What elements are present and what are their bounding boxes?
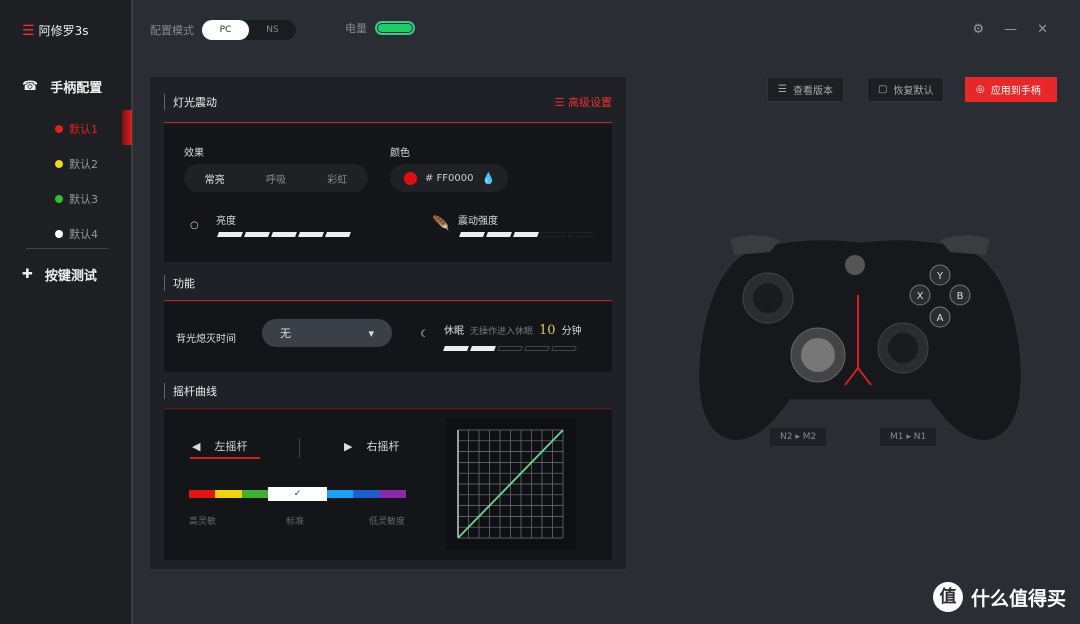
effect-rainbow[interactable]: 彩虹 — [307, 171, 368, 186]
profile-dot — [55, 230, 63, 238]
color-swatch — [404, 171, 417, 185]
sensitivity-segment[interactable] — [241, 490, 269, 498]
app-logo: ☰ 阿修罗3s — [22, 22, 88, 39]
profile-1[interactable]: 默认1 — [55, 121, 98, 137]
stick-icon: ▶ — [344, 440, 356, 453]
divider — [164, 122, 612, 123]
tab-left-stick[interactable]: ◀ 左摇杆 — [192, 438, 247, 454]
backlight-dropdown[interactable]: 无 ▾ — [262, 319, 392, 347]
profile-dot — [55, 125, 63, 133]
effect-selector[interactable]: 常亮 呼吸 彩虹 — [184, 164, 368, 192]
svg-text:Y: Y — [936, 271, 944, 282]
sleep-slider[interactable] — [443, 346, 577, 351]
effect-label: 效果 — [184, 148, 204, 159]
reset-default-button[interactable]: ▢ 恢复默认 — [867, 77, 945, 102]
mode-switch: 配置模式 PC NS — [150, 20, 296, 40]
menu-icon: ☰ — [554, 96, 568, 109]
section-lighting-title: 灯光震动 — [164, 94, 217, 110]
stick-icon: ◀ — [192, 440, 204, 453]
moon-icon: ☾ — [420, 329, 429, 340]
battery: 电量 — [345, 20, 415, 36]
sensitivity-segment[interactable] — [215, 490, 242, 498]
section-stick-title: 摇杆曲线 — [164, 383, 217, 399]
reset-icon: ▢ — [878, 84, 888, 95]
svg-text:X: X — [917, 291, 924, 302]
left-paddle-mapping[interactable]: N2 ▸ M2 — [770, 428, 827, 446]
view-version-button[interactable]: ☰ 查看版本 — [767, 77, 844, 102]
controller-image: Y X B A — [698, 235, 1022, 441]
watermark-logo: 值 — [932, 582, 963, 612]
advanced-settings-button[interactable]: ☰ 高级设置 — [555, 94, 612, 110]
profile-2[interactable]: 默认2 — [55, 156, 98, 172]
minimize-button[interactable]: — — [1004, 22, 1017, 37]
sensitivity-segment[interactable] — [189, 490, 216, 498]
color-label: 颜色 — [390, 148, 410, 159]
sidebar: ☰ 阿修罗3s ☎ 手柄配置 默认1 默认2 默认3 默认4 ✚ 按键测试 — [0, 0, 133, 624]
gamepad-icon: ☎ — [22, 79, 39, 94]
sliders-icon: ☰ — [778, 84, 787, 95]
right-paddle-mapping[interactable]: M1 ▸ N1 — [880, 428, 937, 446]
settings-icon[interactable]: ⚙ — [972, 22, 984, 37]
sidebar-item-controller-config[interactable]: ☎ 手柄配置 — [22, 77, 102, 96]
dpad-icon: ✚ — [22, 267, 33, 282]
watermark: 值什么值得买 — [932, 582, 1066, 612]
mode-ns[interactable]: NS — [249, 20, 296, 40]
sensitivity-segment[interactable] — [379, 490, 407, 498]
tab-underline — [190, 457, 260, 459]
target-icon: ◎ — [976, 84, 985, 95]
svg-text:A: A — [937, 313, 944, 324]
apply-to-controller-button[interactable]: ◎ 应用到手柄 — [965, 77, 1057, 102]
sensitivity-segment[interactable]: ✓ — [268, 487, 327, 501]
brightness-icon: ○ — [190, 220, 199, 231]
feather-icon: 🪶 — [432, 216, 450, 232]
response-curve-graph — [446, 418, 576, 550]
effect-solid[interactable]: 常亮 — [184, 171, 245, 186]
close-button[interactable]: ✕ — [1037, 22, 1048, 37]
brightness-slider[interactable] — [217, 232, 351, 237]
sleep-minutes: 10 — [539, 323, 556, 338]
effect-breathing[interactable]: 呼吸 — [245, 171, 306, 186]
chevron-down-icon: ▾ — [368, 326, 374, 340]
divider — [164, 300, 612, 301]
settings-panel: 灯光震动 ☰ 高级设置 效果 常亮 呼吸 彩虹 颜色 # FF0000 💧 ○ … — [150, 77, 626, 569]
section-function-title: 功能 — [164, 275, 195, 291]
color-hex[interactable]: # FF0000 — [425, 173, 474, 184]
mode-pc[interactable]: PC — [202, 20, 249, 40]
profile-4[interactable]: 默认4 — [55, 226, 98, 242]
sensitivity-segment[interactable] — [326, 490, 354, 498]
vibration-slider[interactable] — [459, 232, 593, 237]
lighting-card: 效果 常亮 呼吸 彩虹 颜色 # FF0000 💧 ○ 亮度 🪶 震动强度 — [164, 124, 612, 262]
sensitivity-segment[interactable] — [353, 490, 380, 498]
profile-3[interactable]: 默认3 — [55, 191, 98, 207]
battery-icon — [375, 21, 415, 35]
active-indicator — [122, 110, 132, 145]
app-title: 阿修罗3s — [38, 24, 89, 38]
divider — [26, 248, 108, 249]
droplet-icon: 💧 — [481, 171, 496, 185]
logo-icon: ☰ — [22, 22, 35, 39]
profile-dot — [55, 195, 63, 203]
sidebar-item-key-test[interactable]: ✚ 按键测试 — [22, 265, 97, 284]
profile-dot — [55, 160, 63, 168]
function-card: 背光熄灭时间 无 ▾ ☾ 休眠 无操作进入休眠 10 分钟 — [164, 302, 612, 372]
stick-card: ◀ 左摇杆 ▶ 右摇杆 ✓ 高灵敏 标准 低灵敏度 — [164, 410, 612, 560]
mode-toggle[interactable]: PC NS — [202, 20, 296, 40]
color-picker[interactable]: # FF0000 💧 — [390, 164, 508, 192]
sensitivity-scale[interactable]: ✓ — [189, 487, 407, 501]
tab-right-stick[interactable]: ▶ 右摇杆 — [344, 438, 399, 454]
divider — [164, 408, 612, 409]
svg-text:B: B — [957, 291, 964, 302]
